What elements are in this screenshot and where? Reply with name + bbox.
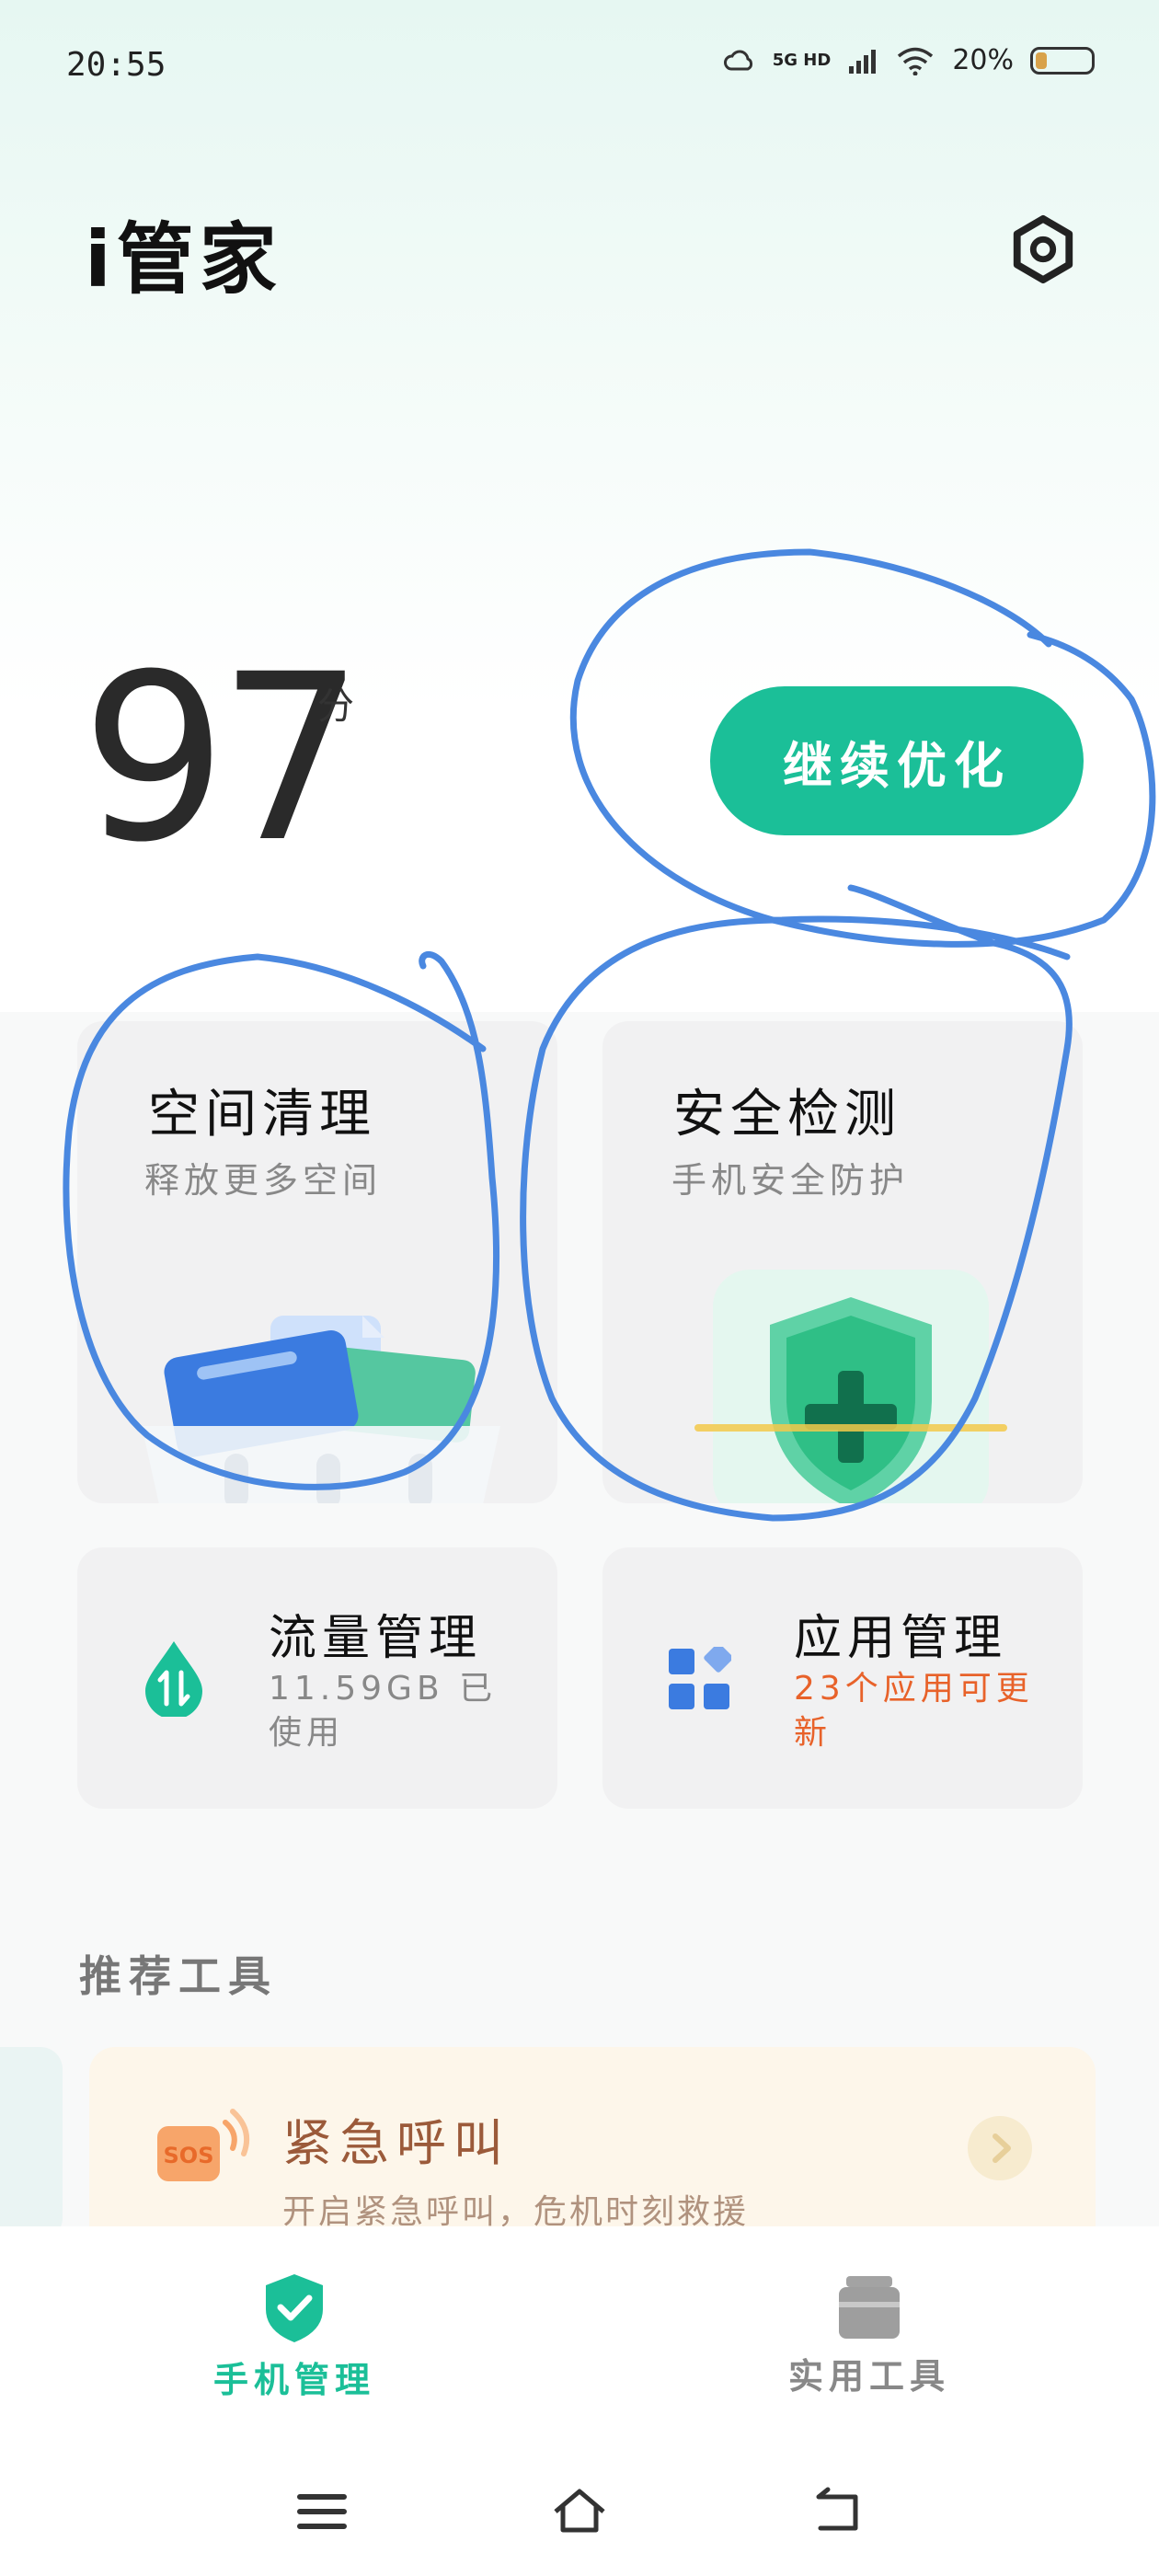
data-traffic-icon	[145, 1641, 202, 1717]
toolbox-icon	[839, 2276, 900, 2339]
recommended-tools-heading: 推荐工具	[79, 1951, 278, 2001]
battery-percent: 20%	[952, 44, 1014, 76]
score-unit: 分	[317, 685, 354, 728]
traffic-usage-text: 11.59GB 已使用	[269, 1670, 498, 1752]
status-icons: 5G HD 20%	[723, 44, 1095, 76]
space-cleanup-title: 空间清理	[148, 1085, 376, 1144]
menu-icon[interactable]	[294, 2484, 350, 2539]
wifi-icon	[898, 47, 934, 75]
security-check-title: 安全检测	[673, 1085, 901, 1144]
network-label: 5G HD	[772, 51, 832, 70]
space-cleanup-card[interactable]: 空间清理 释放更多空间	[77, 1021, 557, 1503]
emergency-call-arrow-button[interactable]	[968, 2116, 1032, 2180]
back-icon[interactable]	[809, 2484, 865, 2539]
shield-plus-icon	[694, 1270, 1007, 1503]
app-management-title: 应用管理	[794, 1611, 1008, 1666]
trash-files-icon	[142, 1316, 500, 1503]
tab-phone-management[interactable]: 手机管理	[184, 2272, 405, 2402]
health-score: 97	[81, 625, 364, 892]
sos-icon-text: SOS	[164, 2143, 214, 2168]
app-grid-icon	[669, 1647, 731, 1709]
home-icon[interactable]	[552, 2484, 607, 2539]
traffic-management-title: 流量管理	[269, 1611, 483, 1666]
traffic-management-card[interactable]: 流量管理 11.59GB 已使用	[77, 1547, 557, 1809]
weather-icon	[723, 50, 752, 70]
emergency-call-title: 紧急呼叫	[282, 2114, 511, 2172]
tab-utility-tools[interactable]: 实用工具	[759, 2274, 980, 2398]
space-cleanup-subtitle: 释放更多空间	[144, 1160, 383, 1201]
security-check-card[interactable]: 安全检测 手机安全防护	[602, 1021, 1083, 1503]
settings-gear-icon[interactable]	[1007, 213, 1079, 285]
signal-icon	[849, 49, 877, 74]
status-bar: 20:55 5G HD 20%	[0, 0, 1159, 138]
tab-utility-tools-label: 实用工具	[787, 2356, 950, 2397]
app-update-count: 23个应用可更新	[794, 1670, 1034, 1752]
sos-icon: SOS	[157, 2109, 249, 2181]
shield-check-icon	[266, 2274, 323, 2342]
battery-icon	[1030, 46, 1095, 75]
app-management-card[interactable]: 应用管理 23个应用可更新	[602, 1547, 1083, 1809]
status-time: 20:55	[66, 46, 166, 84]
continue-optimize-button[interactable]: 继续优化	[710, 686, 1084, 835]
tab-phone-management-label: 手机管理	[212, 2360, 375, 2400]
security-check-subtitle: 手机安全防护	[671, 1160, 910, 1201]
chevron-right-icon	[993, 2133, 1011, 2163]
previous-tool-card[interactable]	[0, 2047, 63, 2240]
app-title: i管家	[85, 214, 282, 305]
